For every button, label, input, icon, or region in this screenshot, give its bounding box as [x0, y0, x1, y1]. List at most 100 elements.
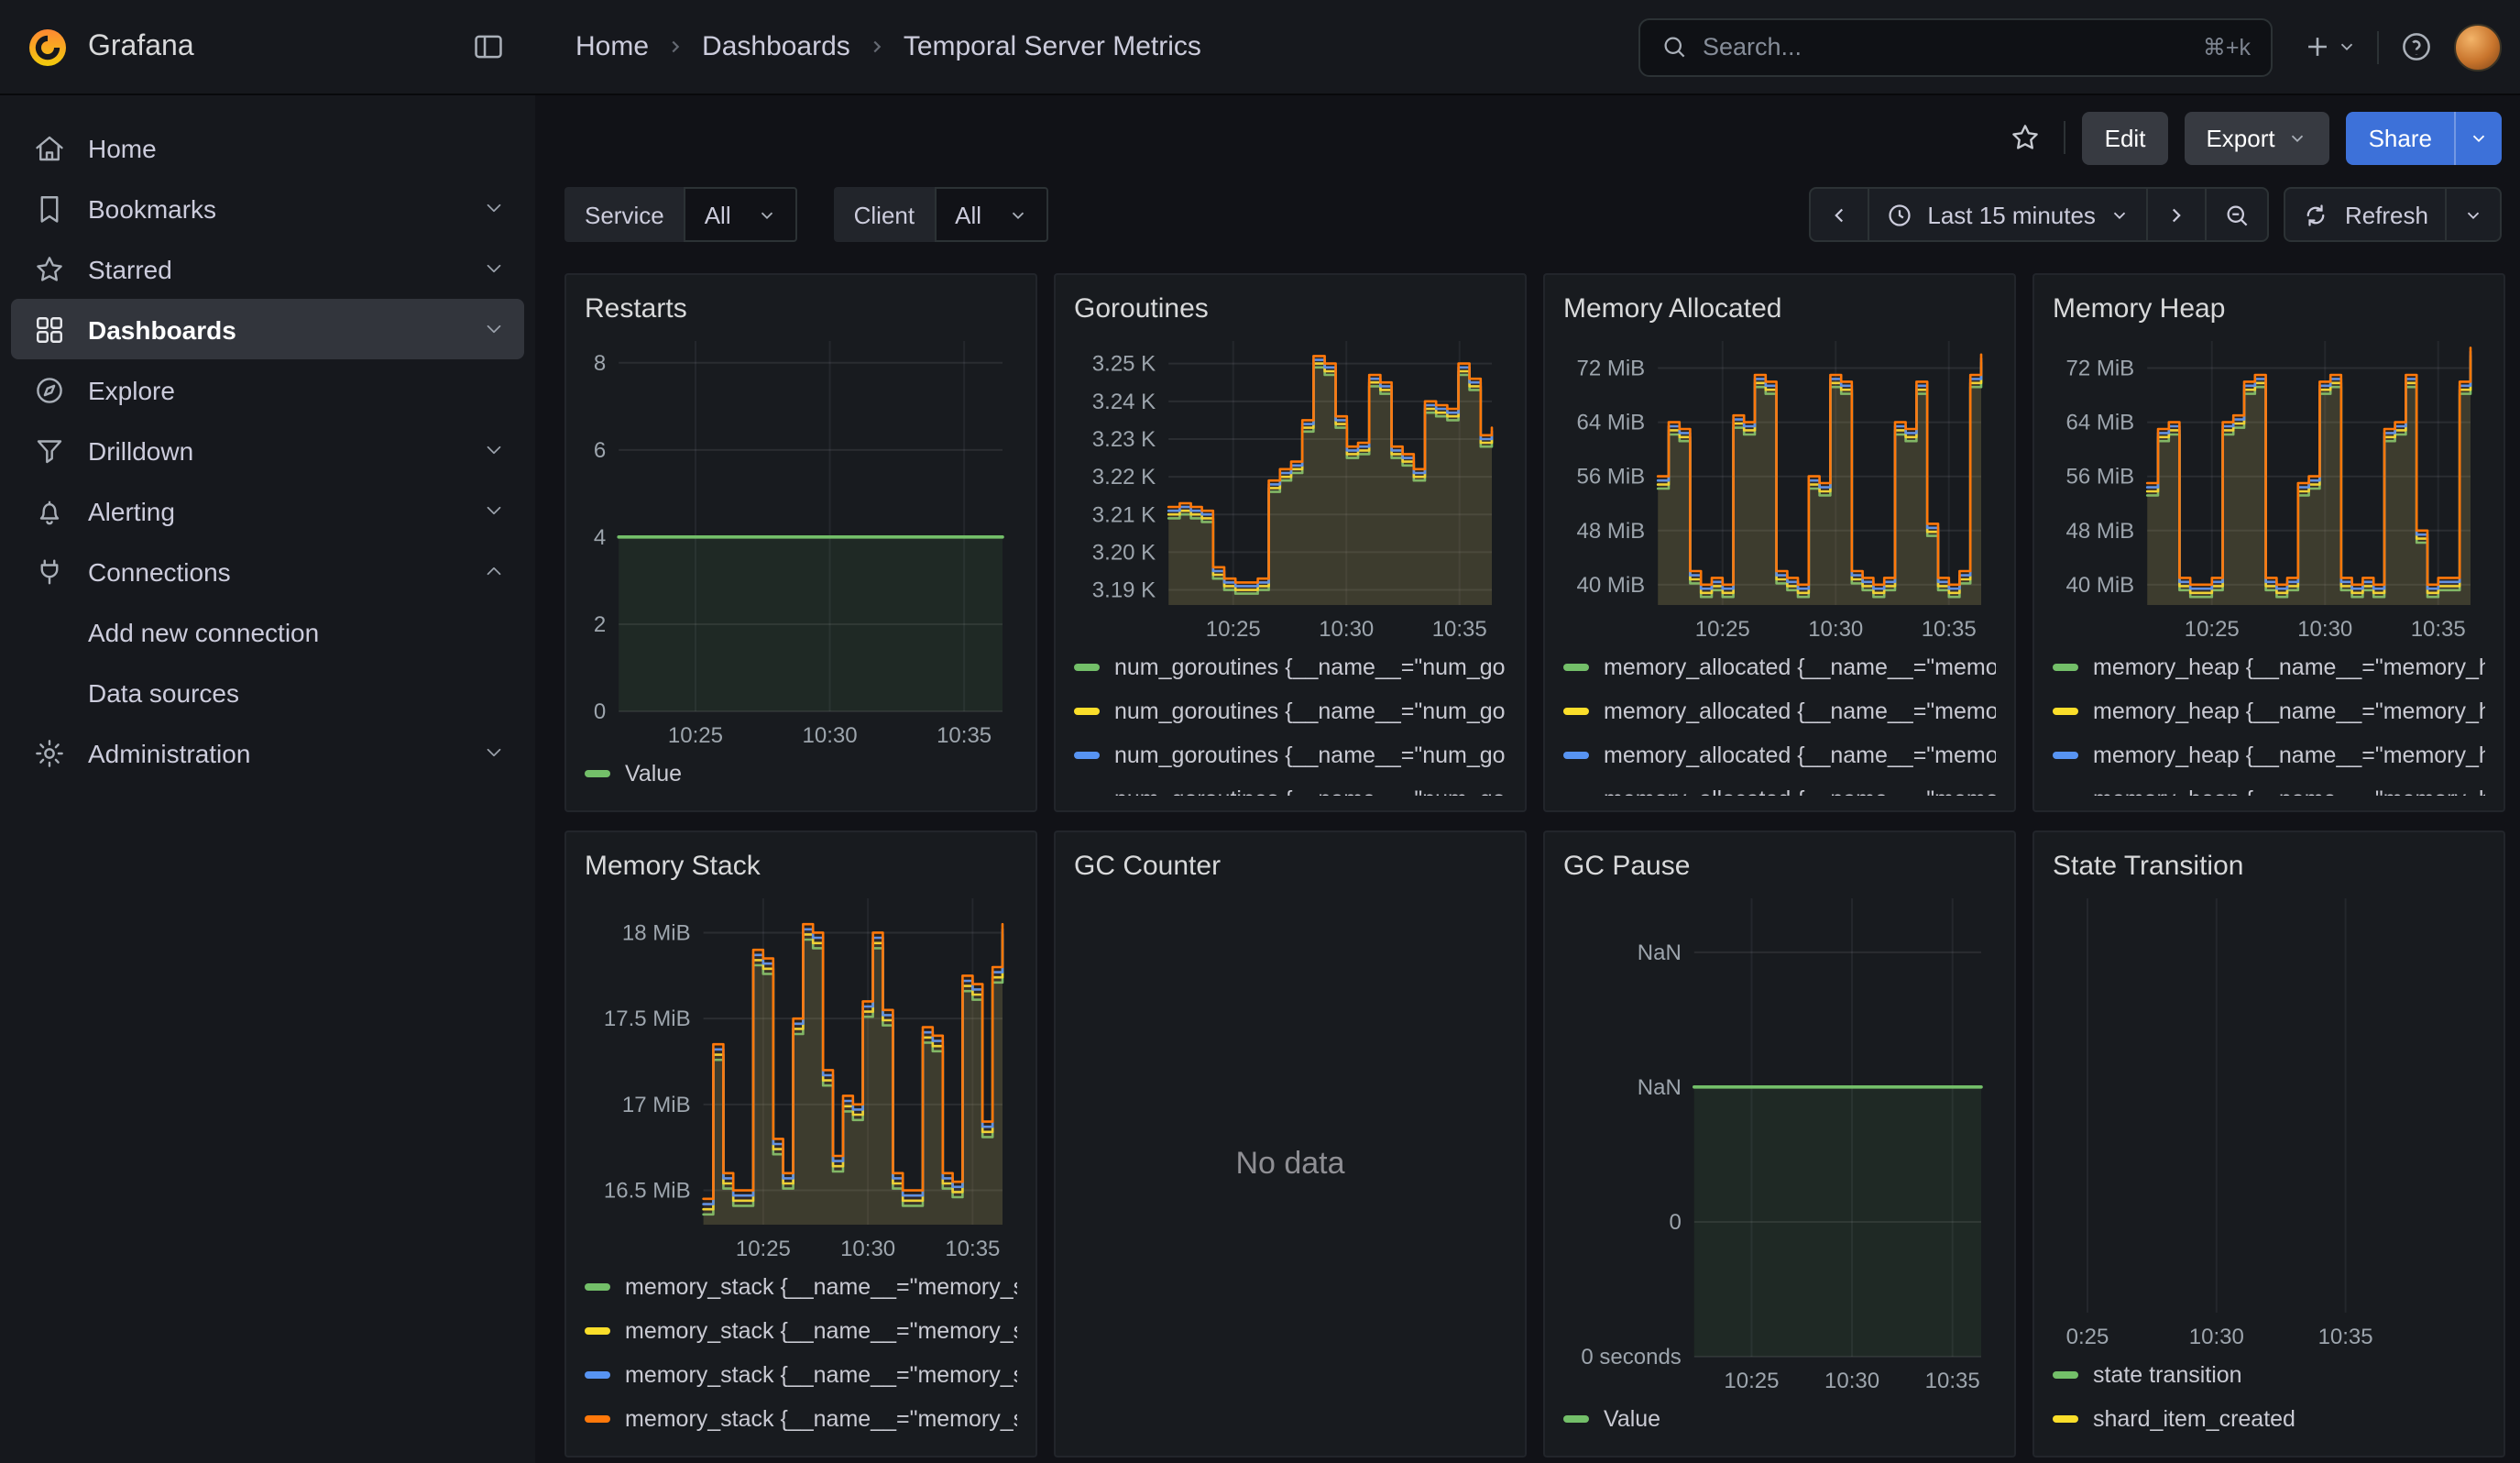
legend-item[interactable]: memory_allocated {__name__="memo [1563, 645, 1996, 689]
legend-item[interactable]: memory_stack {__name__="memory_s [585, 1309, 1017, 1353]
panel-title[interactable]: GC Pause [1563, 843, 1996, 887]
svg-text:10:35: 10:35 [2318, 1325, 2373, 1349]
sidebar-item-explore[interactable]: Explore [11, 359, 524, 420]
sidebar-item-starred[interactable]: Starred [11, 238, 524, 299]
legend-item[interactable]: num_goroutines {__name__="num_go [1074, 733, 1507, 777]
chevron-down-icon[interactable] [482, 196, 506, 220]
legend-item[interactable]: num_goroutines {__name__="num_go [1074, 689, 1507, 733]
legend-item[interactable]: memory_heap {__name__="memory_h [2053, 689, 2485, 733]
zoom-out-icon [2224, 201, 2252, 228]
plug-icon [33, 555, 66, 588]
chart-area[interactable]: 3.25 K3.24 K3.23 K3.22 K3.21 K3.20 K3.19… [1074, 330, 1507, 642]
legend-item[interactable]: shard_item_created [2053, 1397, 2485, 1441]
legend-label: num_goroutines {__name__="num_go [1114, 742, 1506, 768]
legend-item[interactable]: memory_allocated {__name__="memo [1563, 689, 1996, 733]
search-input[interactable] [1703, 33, 2188, 60]
main-content: Edit Export Share [535, 95, 2520, 1463]
edit-button[interactable]: Edit [2083, 111, 2168, 164]
panel-title[interactable]: GC Counter [1074, 843, 1507, 887]
svg-text:10:30: 10:30 [2189, 1325, 2244, 1349]
legend-item[interactable]: Value [1563, 1397, 1996, 1441]
legend-item[interactable]: memory_allocated {__name__="memo [1563, 733, 1996, 777]
legend-item[interactable]: memory_stack {__name__="memory_s [585, 1353, 1017, 1397]
chevron-down-icon[interactable] [482, 438, 506, 462]
legend-item[interactable]: memory_heap {__name__="memory_h [2053, 645, 2485, 689]
add-new-button[interactable] [2302, 31, 2357, 62]
chart-area[interactable]: 72 MiB64 MiB56 MiB48 MiB40 MiB10:2510:30… [1563, 330, 1996, 642]
export-button[interactable]: Export [2184, 111, 2329, 164]
legend-item[interactable]: memory_stack {__name__="memory_s [585, 1265, 1017, 1309]
chart-area[interactable]: 8642010:2510:3010:35 [585, 330, 1017, 748]
legend-item[interactable]: memory_stack {__name__="memory_s [585, 1397, 1017, 1441]
chart-area[interactable]: 18 MiB17.5 MiB17 MiB16.5 MiB10:2510:3010… [585, 887, 1017, 1261]
star-icon [33, 252, 66, 285]
variable-filters: Service All Client All [564, 187, 1047, 242]
sidebar-item-bookmarks[interactable]: Bookmarks [11, 178, 524, 238]
breadcrumb-dashboards[interactable]: Dashboards [702, 31, 850, 62]
time-range-label: Last 15 minutes [1927, 201, 2096, 228]
panel-title[interactable]: Goroutines [1074, 286, 1507, 330]
svg-text:10:30: 10:30 [803, 723, 858, 748]
sidebar-item-dashboards[interactable]: Dashboards [11, 299, 524, 359]
svg-text:10:30: 10:30 [1319, 617, 1374, 642]
refresh-button[interactable]: Refresh [2284, 187, 2447, 242]
svg-text:4: 4 [594, 525, 606, 550]
chart-area[interactable]: NaNNaN00 seconds10:2510:3010:35 [1563, 887, 1996, 1393]
chart-svg: 72 MiB64 MiB56 MiB48 MiB40 MiB10:2510:30… [2053, 330, 2485, 642]
bookmark-icon [33, 192, 66, 225]
chevron-left-icon [1826, 203, 1850, 226]
share-button[interactable]: Share [2347, 111, 2454, 164]
chart-area[interactable]: 0:2510:3010:35 [2053, 887, 2485, 1349]
panel-memory-allocated: Memory Allocated72 MiB64 MiB56 MiB48 MiB… [1543, 273, 2016, 812]
favorite-star-button[interactable] [2004, 116, 2048, 160]
chevron-down-icon[interactable] [482, 741, 506, 764]
panel-title[interactable]: Memory Allocated [1563, 286, 1996, 330]
svg-text:3.22 K: 3.22 K [1092, 465, 1156, 490]
share-menu-button[interactable] [2454, 111, 2502, 164]
refresh-interval-button[interactable] [2445, 187, 2502, 242]
sidebar-item-home[interactable]: Home [11, 117, 524, 178]
chart-svg: 3.25 K3.24 K3.23 K3.22 K3.21 K3.20 K3.19… [1074, 330, 1507, 642]
help-button[interactable] [2399, 29, 2434, 64]
legend-item[interactable]: num_goroutines {__name__="num_go [1074, 777, 1507, 796]
svg-text:10:35: 10:35 [1432, 617, 1487, 642]
panel-title[interactable]: State Transition [2053, 843, 2485, 887]
breadcrumb-home[interactable]: Home [575, 31, 649, 62]
legend-item[interactable]: num_goroutines {__name__="num_go [1074, 645, 1507, 689]
grafana-logo-icon[interactable] [26, 25, 70, 69]
sidebar-item-drilldown[interactable]: Drilldown [11, 420, 524, 480]
time-forward-button[interactable] [2147, 187, 2208, 242]
legend-item[interactable]: memory_heap {__name__="memory_h [2053, 733, 2485, 777]
chevron-down-icon[interactable] [482, 499, 506, 522]
chevron-up-icon[interactable] [482, 559, 506, 583]
time-range-picker[interactable]: Last 15 minutes [1867, 187, 2149, 242]
client-filter-value[interactable]: All [935, 187, 1047, 242]
panel-title[interactable]: Memory Heap [2053, 286, 2485, 330]
chevron-down-icon[interactable] [482, 257, 506, 280]
panel-title[interactable]: Restarts [585, 286, 1017, 330]
zoom-out-button[interactable] [2206, 187, 2270, 242]
sidebar-item-alerting[interactable]: Alerting [11, 480, 524, 541]
divider [2377, 30, 2379, 63]
legend-item[interactable]: memory_heap {__name__="memory_h [2053, 777, 2485, 796]
sidebar-item-connections[interactable]: Connections [11, 541, 524, 601]
series-color-marker [2053, 1415, 2078, 1423]
user-avatar[interactable] [2454, 23, 2502, 71]
search-bar[interactable]: ⌘+k [1638, 17, 2273, 76]
legend-item[interactable]: state transition [2053, 1353, 2485, 1397]
sidebar-toggle-icon[interactable] [471, 29, 506, 64]
chart-area[interactable]: 72 MiB64 MiB56 MiB48 MiB40 MiB10:2510:30… [2053, 330, 2485, 642]
sidebar-item-administration[interactable]: Administration [11, 722, 524, 783]
panel-title[interactable]: Memory Stack [585, 843, 1017, 887]
sidebar-item-add-new-connection[interactable]: Add new connection [11, 601, 524, 662]
time-back-button[interactable] [1808, 187, 1868, 242]
service-filter-value[interactable]: All [685, 187, 797, 242]
legend-item[interactable]: memory_allocated {__name__="memo [1563, 777, 1996, 796]
sidebar-item-data-sources[interactable]: Data sources [11, 662, 524, 722]
legend: Value [1563, 1397, 1996, 1441]
series-color-marker [1563, 664, 1589, 671]
series-color-marker [1563, 708, 1589, 715]
divider [2065, 121, 2066, 154]
chevron-down-icon[interactable] [482, 317, 506, 341]
legend-item[interactable]: Value [585, 752, 1017, 796]
